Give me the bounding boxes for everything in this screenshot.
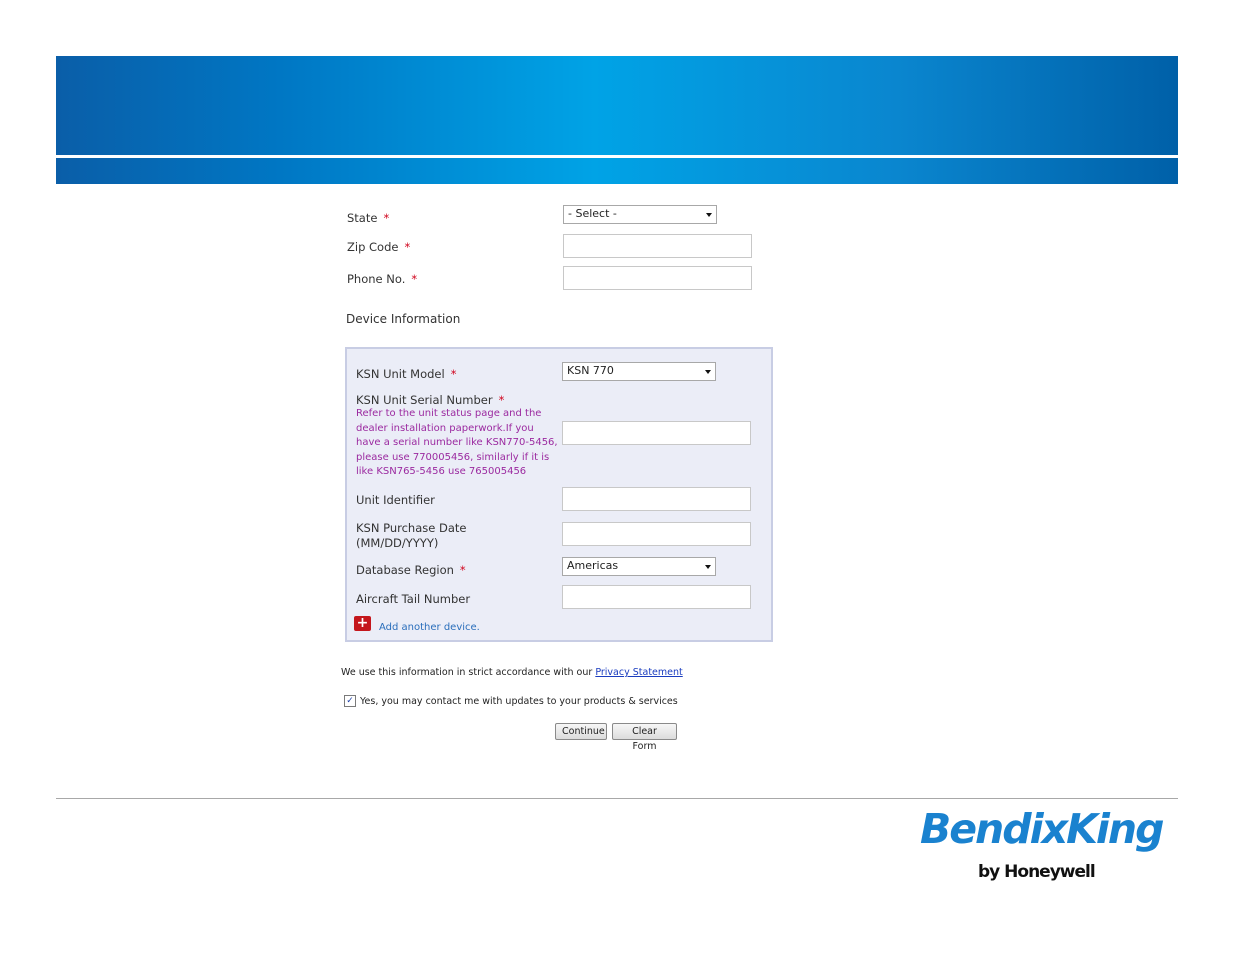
tail-number-label: Aircraft Tail Number xyxy=(356,592,471,606)
database-region-select[interactable]: Americas xyxy=(562,557,716,576)
unit-identifier-input[interactable] xyxy=(562,487,751,511)
continue-button[interactable]: Continue xyxy=(555,723,607,740)
state-label: State * xyxy=(347,211,390,225)
banner-stripe xyxy=(56,155,1178,158)
check-icon: ✓ xyxy=(346,696,354,706)
serial-number-label: KSN Unit Serial Number * xyxy=(356,393,505,407)
zip-label: Zip Code * xyxy=(347,240,411,254)
clear-form-button[interactable]: Clear Form xyxy=(612,723,677,752)
logo-brand-text: BendixKing xyxy=(920,805,1164,853)
serial-number-input[interactable] xyxy=(562,421,751,445)
database-region-label: Database Region * xyxy=(356,563,466,577)
phone-label: Phone No. * xyxy=(347,272,418,286)
unit-model-select[interactable]: KSN 770 xyxy=(562,362,716,381)
zip-input[interactable] xyxy=(563,234,752,258)
device-section-title: Device Information xyxy=(346,312,461,326)
add-device-link[interactable]: Add another device. xyxy=(379,622,480,633)
chevron-down-icon xyxy=(705,565,711,569)
privacy-statement-link[interactable]: Privacy Statement xyxy=(595,667,682,678)
header-banner xyxy=(56,56,1178,184)
consent-checkbox[interactable]: ✓ xyxy=(344,695,356,707)
footer-divider xyxy=(56,798,1178,799)
chevron-down-icon xyxy=(706,213,712,217)
purchase-date-input[interactable] xyxy=(562,522,751,546)
privacy-text: We use this information in strict accord… xyxy=(341,667,683,678)
brand-logo: BendixKing by Honeywell xyxy=(918,805,1164,895)
purchase-date-label: KSN Purchase Date (MM/DD/YYYY) xyxy=(356,521,467,550)
logo-sub-text: by Honeywell xyxy=(978,862,1096,882)
state-select[interactable]: - Select - xyxy=(563,205,717,224)
unit-model-label: KSN Unit Model * xyxy=(356,367,457,381)
consent-label: Yes, you may contact me with updates to … xyxy=(360,696,678,707)
phone-input[interactable] xyxy=(563,266,752,290)
tail-number-input[interactable] xyxy=(562,585,751,609)
serial-number-note: Refer to the unit status page and the de… xyxy=(356,408,558,477)
unit-identifier-label: Unit Identifier xyxy=(356,493,435,507)
chevron-down-icon xyxy=(705,370,711,374)
plus-icon[interactable]: + xyxy=(354,616,371,631)
